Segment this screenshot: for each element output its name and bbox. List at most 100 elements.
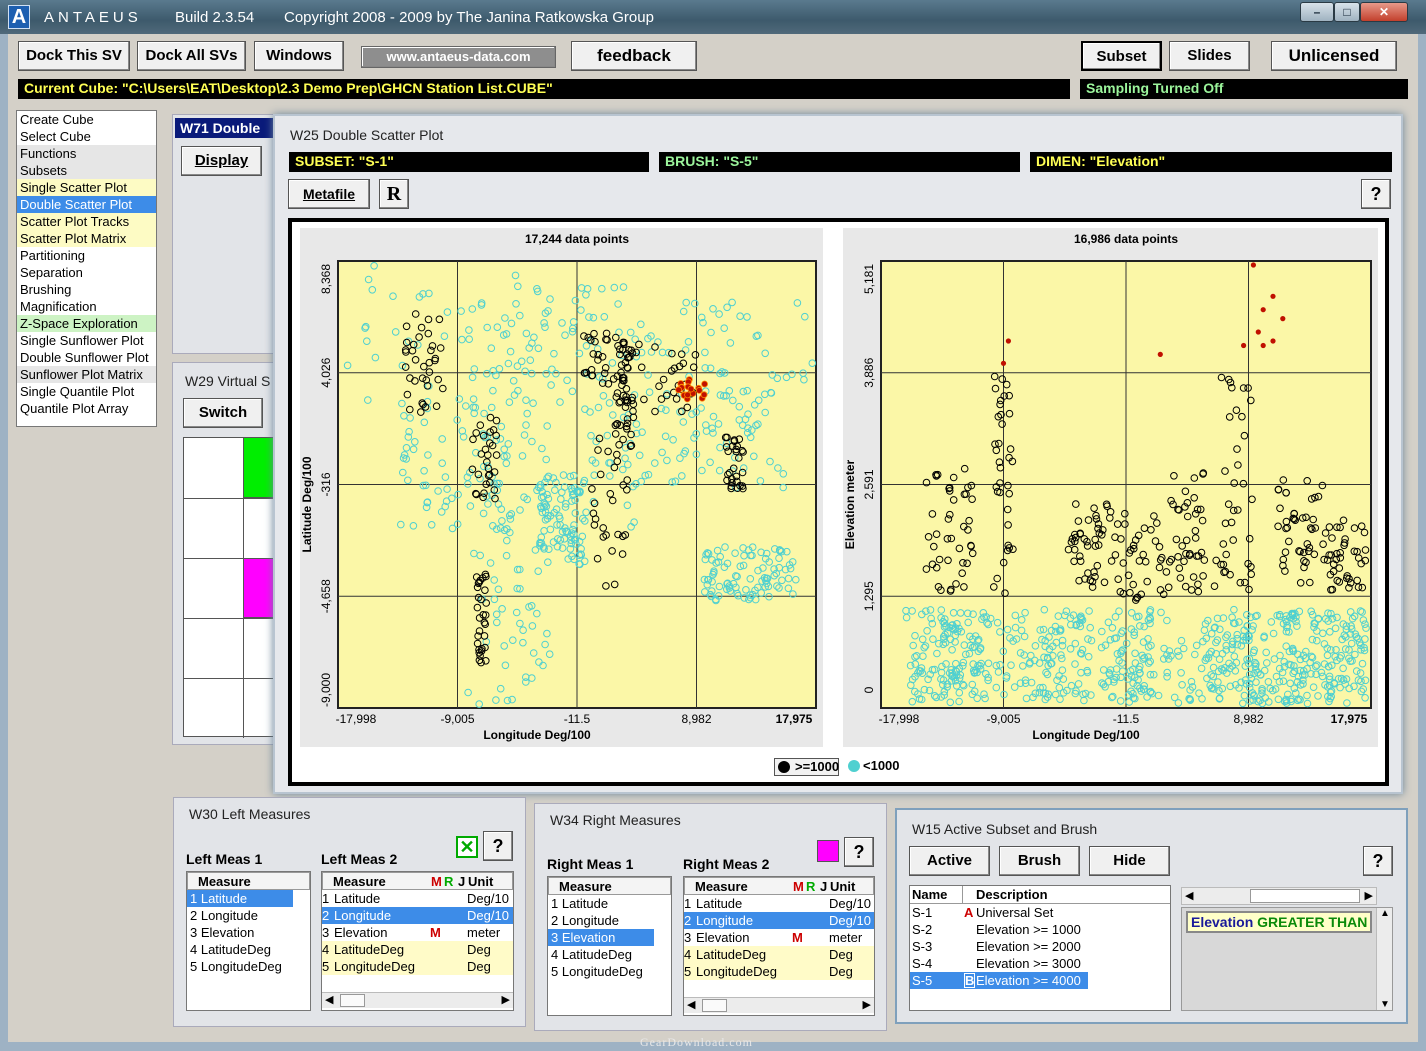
menu-item[interactable]: Quantile Plot Array (17, 400, 156, 417)
magenta-swatch[interactable] (244, 558, 274, 618)
table-row[interactable]: 5 LongitudeDeg Deg (322, 958, 513, 975)
right-meas-1-list[interactable]: Measure 1 Latitude 2 Longitude 3 Elevation… (547, 876, 672, 1016)
menu-item[interactable]: Sunflower Plot Matrix (17, 366, 156, 383)
vertical-scrollbar[interactable]: ▲ ▼ (1376, 908, 1392, 1010)
left-meas-1-list[interactable]: Measure 1 Latitude 2 Longitude 3 Elevation… (186, 871, 311, 1011)
table-row[interactable]: 3 Elevation Mmeter (684, 929, 874, 946)
close-icon[interactable]: ✕ (1360, 2, 1408, 22)
expression-box[interactable]: Elevation GREATER THAN ▲ ▼ (1181, 907, 1393, 1011)
menu-item[interactable]: Create Cube (17, 111, 156, 128)
subset-flag: B (964, 973, 976, 988)
x-tick-label: 17,975 (776, 712, 813, 726)
subset-row[interactable]: S-3 Elevation >= 2000 (910, 938, 1170, 955)
menu-item[interactable]: Separation (17, 264, 156, 281)
list-item[interactable]: 2 Longitude (187, 907, 310, 924)
magenta-color-icon[interactable] (817, 840, 839, 862)
r-button[interactable]: R (379, 179, 409, 209)
expression-text: Elevation GREATER THAN (1186, 911, 1372, 933)
table-row[interactable]: 4 LatitudeDeg Deg (684, 946, 874, 963)
subset-desc: Elevation >= 1000 (976, 922, 1081, 937)
menu-item[interactable]: Single Scatter Plot (17, 179, 156, 196)
chart-title: 16,986 data points (1074, 232, 1178, 246)
menu-item[interactable]: Scatter Plot Matrix (17, 230, 156, 247)
right-meas-2-list[interactable]: Measure M R J Unit 1 Latitude Deg/10 2 Longi… (683, 876, 875, 1016)
menu-item[interactable]: Single Sunflower Plot (17, 332, 156, 349)
menu-item[interactable]: Double Sunflower Plot (17, 349, 156, 366)
list-item[interactable]: 4 LatitudeDeg (187, 941, 310, 958)
subset-row[interactable]: S-4 Elevation >= 3000 (910, 955, 1170, 972)
table-row[interactable]: 5 LongitudeDeg Deg (684, 963, 874, 980)
brush-button[interactable]: Brush (999, 846, 1080, 876)
table-row[interactable]: 1 Latitude Deg/10 (322, 890, 513, 907)
subset-table-header: Name Description (910, 886, 1170, 904)
dock-all-svs-button[interactable]: Dock All SVs (137, 41, 246, 71)
slides-button[interactable]: Slides (1169, 41, 1250, 71)
measure-name: Longitude (696, 913, 754, 928)
watermark: GearDownload.com (640, 1035, 753, 1049)
horizontal-scrollbar[interactable]: ◀ ▶ (684, 997, 874, 1013)
horizontal-scrollbar[interactable]: ◀ ▶ (322, 992, 513, 1008)
menu-item[interactable]: Z-Space Exploration (17, 315, 156, 332)
windows-button[interactable]: Windows (254, 41, 344, 71)
checkbox-x-icon[interactable]: ✕ (456, 836, 478, 858)
x-tick-label: -9,005 (986, 712, 1020, 726)
subset-button[interactable]: Subset (1081, 41, 1162, 71)
w30-panel: W30 Left Measures ✕ ? Left Meas 1 Left M… (173, 797, 526, 1027)
display-button[interactable]: Display (181, 146, 262, 176)
switch-button[interactable]: Switch (183, 398, 263, 428)
feedback-button[interactable]: feedback (571, 41, 697, 71)
list-item[interactable]: 5 LongitudeDeg (187, 958, 310, 975)
metafile-button[interactable]: Metafile (288, 179, 370, 209)
y-tick-label: 1,295 (862, 581, 876, 611)
table-row[interactable]: 2 Longitude Deg/10 (684, 912, 874, 929)
menu-item[interactable]: Partitioning (17, 247, 156, 264)
help-button[interactable]: ? (1361, 179, 1391, 209)
menu-item[interactable]: Double Scatter Plot (17, 196, 156, 213)
subset-table[interactable]: Name Description S-1 A Universal Set S-2 Ele… (909, 885, 1171, 1011)
menu-item[interactable]: Brushing (17, 281, 156, 298)
unit-value: Deg/10 (467, 891, 509, 906)
table-row[interactable]: 4 LatitudeDeg Deg (322, 941, 513, 958)
hide-button[interactable]: Hide (1089, 846, 1170, 876)
dock-this-sv-button[interactable]: Dock This SV (18, 41, 130, 71)
w34-help-button[interactable]: ? (844, 837, 874, 867)
right-scatter-chart[interactable]: 16,986 data points -17,998 -9,005 -11.5 8,98… (843, 228, 1379, 748)
point-brushed (1260, 307, 1266, 313)
menu-item[interactable]: Subsets (17, 162, 156, 179)
table-row[interactable]: 2 Longitude Deg/10 (322, 907, 513, 924)
list-item[interactable]: 4 LatitudeDeg (548, 946, 671, 963)
legend-hi: >=1000 (774, 758, 839, 776)
menu-item[interactable]: Magnification (17, 298, 156, 315)
list-item[interactable]: 1 Latitude (548, 895, 671, 912)
unlicensed-button[interactable]: Unlicensed (1271, 41, 1397, 71)
measure-name: Longitude (334, 908, 392, 923)
menu-item[interactable]: Scatter Plot Tracks (17, 213, 156, 230)
right-meas-2-label: Right Meas 2 (683, 856, 770, 872)
subset-name: S-3 (912, 939, 933, 954)
list-item[interactable]: 1 Latitude (187, 890, 293, 907)
active-button[interactable]: Active (909, 846, 990, 876)
measure-name: LongitudeDeg (696, 964, 777, 979)
minimize-icon[interactable]: – (1300, 2, 1334, 22)
w30-help-button[interactable]: ? (483, 831, 513, 861)
website-link[interactable]: www.antaeus-data.com (361, 46, 556, 68)
w15-help-button[interactable]: ? (1363, 846, 1393, 876)
x-tick-label: -17,998 (879, 712, 920, 726)
list-item[interactable]: 3 Elevation (548, 929, 654, 946)
menu-item[interactable]: Single Quantile Plot (17, 383, 156, 400)
expr-scrollbar[interactable]: ◀ ▶ (1181, 887, 1377, 905)
menu-item[interactable]: Functions (17, 145, 156, 162)
green-swatch[interactable] (244, 438, 274, 498)
maximize-icon[interactable]: □ (1334, 2, 1360, 22)
list-item[interactable]: 2 Longitude (548, 912, 671, 929)
subset-row[interactable]: S-5 B Elevation >= 4000 (910, 972, 1088, 989)
table-row[interactable]: 3 Elevation Mmeter (322, 924, 513, 941)
table-row[interactable]: 1 Latitude Deg/10 (684, 895, 874, 912)
left-meas-2-list[interactable]: Measure M R J Unit 1 Latitude Deg/10 2 Longi… (321, 871, 514, 1011)
left-scatter-chart[interactable]: 17,244 data points -17,998 -9,005 -11.5 8,98… (300, 228, 824, 748)
list-item[interactable]: 3 Elevation (187, 924, 310, 941)
subset-row[interactable]: S-1 A Universal Set (910, 904, 1170, 921)
subset-row[interactable]: S-2 Elevation >= 1000 (910, 921, 1170, 938)
list-item[interactable]: 5 LongitudeDeg (548, 963, 671, 980)
menu-item[interactable]: Select Cube (17, 128, 156, 145)
